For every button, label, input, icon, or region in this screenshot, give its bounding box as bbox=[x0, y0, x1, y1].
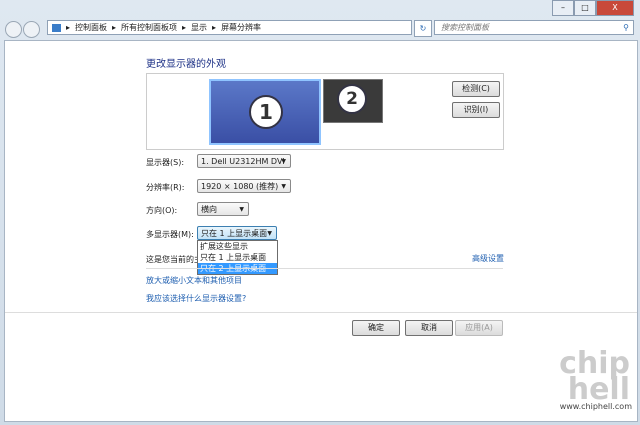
control-panel-icon bbox=[52, 23, 61, 32]
close-button[interactable]: X bbox=[596, 0, 634, 16]
chevron-down-icon: ▼ bbox=[239, 206, 244, 213]
forward-button[interactable] bbox=[23, 21, 40, 38]
page-title: 更改显示器的外观 bbox=[146, 59, 226, 70]
current-display-text: 这是您当前的主 bbox=[146, 255, 202, 264]
resolution-label: 分辨率(R): bbox=[146, 183, 185, 192]
breadcrumb-item[interactable]: 控制面板 bbox=[75, 20, 107, 35]
apply-button[interactable]: 应用(A) bbox=[455, 320, 503, 336]
monitor-1[interactable]: 1 bbox=[209, 79, 321, 145]
monitor-2[interactable]: 2 bbox=[323, 79, 383, 123]
dropdown-option[interactable]: 只在 1 上显示桌面 bbox=[198, 252, 277, 263]
monitor-layout: 1 2 检测(C) 识别(I) bbox=[146, 73, 504, 150]
nav-buttons bbox=[5, 21, 40, 38]
monitor-number: 2 bbox=[337, 84, 367, 114]
minimize-button[interactable]: – bbox=[552, 0, 574, 16]
resolution-select[interactable]: 1920 × 1080 (推荐) ▼ bbox=[197, 179, 291, 193]
multi-display-label: 多显示器(M): bbox=[146, 230, 194, 239]
refresh-icon[interactable]: ↻ bbox=[414, 20, 432, 37]
display-label: 显示器(S): bbox=[146, 158, 185, 167]
chiphell-logo: chip hell bbox=[559, 346, 630, 407]
ok-button[interactable]: 确定 bbox=[352, 320, 400, 336]
divider bbox=[146, 268, 503, 269]
text-size-link[interactable]: 放大或缩小文本和其他项目 bbox=[146, 275, 242, 286]
search-icon: ⚲ bbox=[623, 23, 629, 32]
window-controls: – □ X bbox=[552, 0, 634, 16]
address-bar[interactable]: ▸ 控制面板 ▸ 所有控制面板项 ▸ 显示 ▸ 屏幕分辨率 bbox=[47, 20, 412, 35]
chevron-down-icon: ▼ bbox=[267, 230, 272, 237]
orientation-select[interactable]: 横向 ▼ bbox=[197, 202, 249, 216]
breadcrumb-item[interactable]: 显示 bbox=[191, 20, 207, 35]
display-value: 1. Dell U2312HM DVI bbox=[201, 157, 285, 166]
back-button[interactable] bbox=[5, 21, 22, 38]
breadcrumb-item[interactable]: 屏幕分辨率 bbox=[221, 20, 261, 35]
chevron-down-icon: ▼ bbox=[281, 183, 286, 190]
resolution-value: 1920 × 1080 (推荐) bbox=[201, 182, 279, 191]
advanced-settings-link[interactable]: 高级设置 bbox=[472, 253, 504, 264]
identify-button[interactable]: 识别(I) bbox=[452, 102, 500, 118]
content-panel: 更改显示器的外观 1 2 检测(C) 识别(I) 显示器(S): 1. Dell… bbox=[4, 40, 638, 422]
search-input[interactable]: 搜索控制面板 ⚲ bbox=[434, 20, 634, 35]
dropdown-option[interactable]: 扩展这些显示 bbox=[198, 241, 277, 252]
detect-button[interactable]: 检测(C) bbox=[452, 81, 500, 97]
cancel-button[interactable]: 取消 bbox=[405, 320, 453, 336]
chevron-down-icon: ▼ bbox=[281, 158, 286, 165]
divider bbox=[5, 312, 637, 313]
orientation-label: 方向(O): bbox=[146, 206, 178, 215]
display-settings-help-link[interactable]: 我应该选择什么显示器设置? bbox=[146, 293, 246, 304]
multi-display-select[interactable]: 只在 1 上显示桌面 ▼ bbox=[197, 226, 277, 240]
orientation-value: 横向 bbox=[201, 205, 217, 214]
search-placeholder: 搜索控制面板 bbox=[441, 23, 489, 32]
display-select[interactable]: 1. Dell U2312HM DVI ▼ bbox=[197, 154, 291, 168]
watermark-url: www.chiphell.com bbox=[559, 402, 632, 411]
window: – □ X ▸ 控制面板 ▸ 所有控制面板项 ▸ 显示 ▸ 屏幕分辨率 ↻ 搜索控制面… bbox=[0, 0, 640, 425]
breadcrumb-item[interactable]: 所有控制面板项 bbox=[121, 20, 177, 35]
maximize-button[interactable]: □ bbox=[574, 0, 596, 16]
multi-display-value: 只在 1 上显示桌面 bbox=[201, 229, 268, 238]
multi-display-dropdown: 扩展这些显示 只在 1 上显示桌面 只在 2 上显示桌面 bbox=[197, 240, 278, 275]
monitor-number: 1 bbox=[249, 95, 283, 129]
